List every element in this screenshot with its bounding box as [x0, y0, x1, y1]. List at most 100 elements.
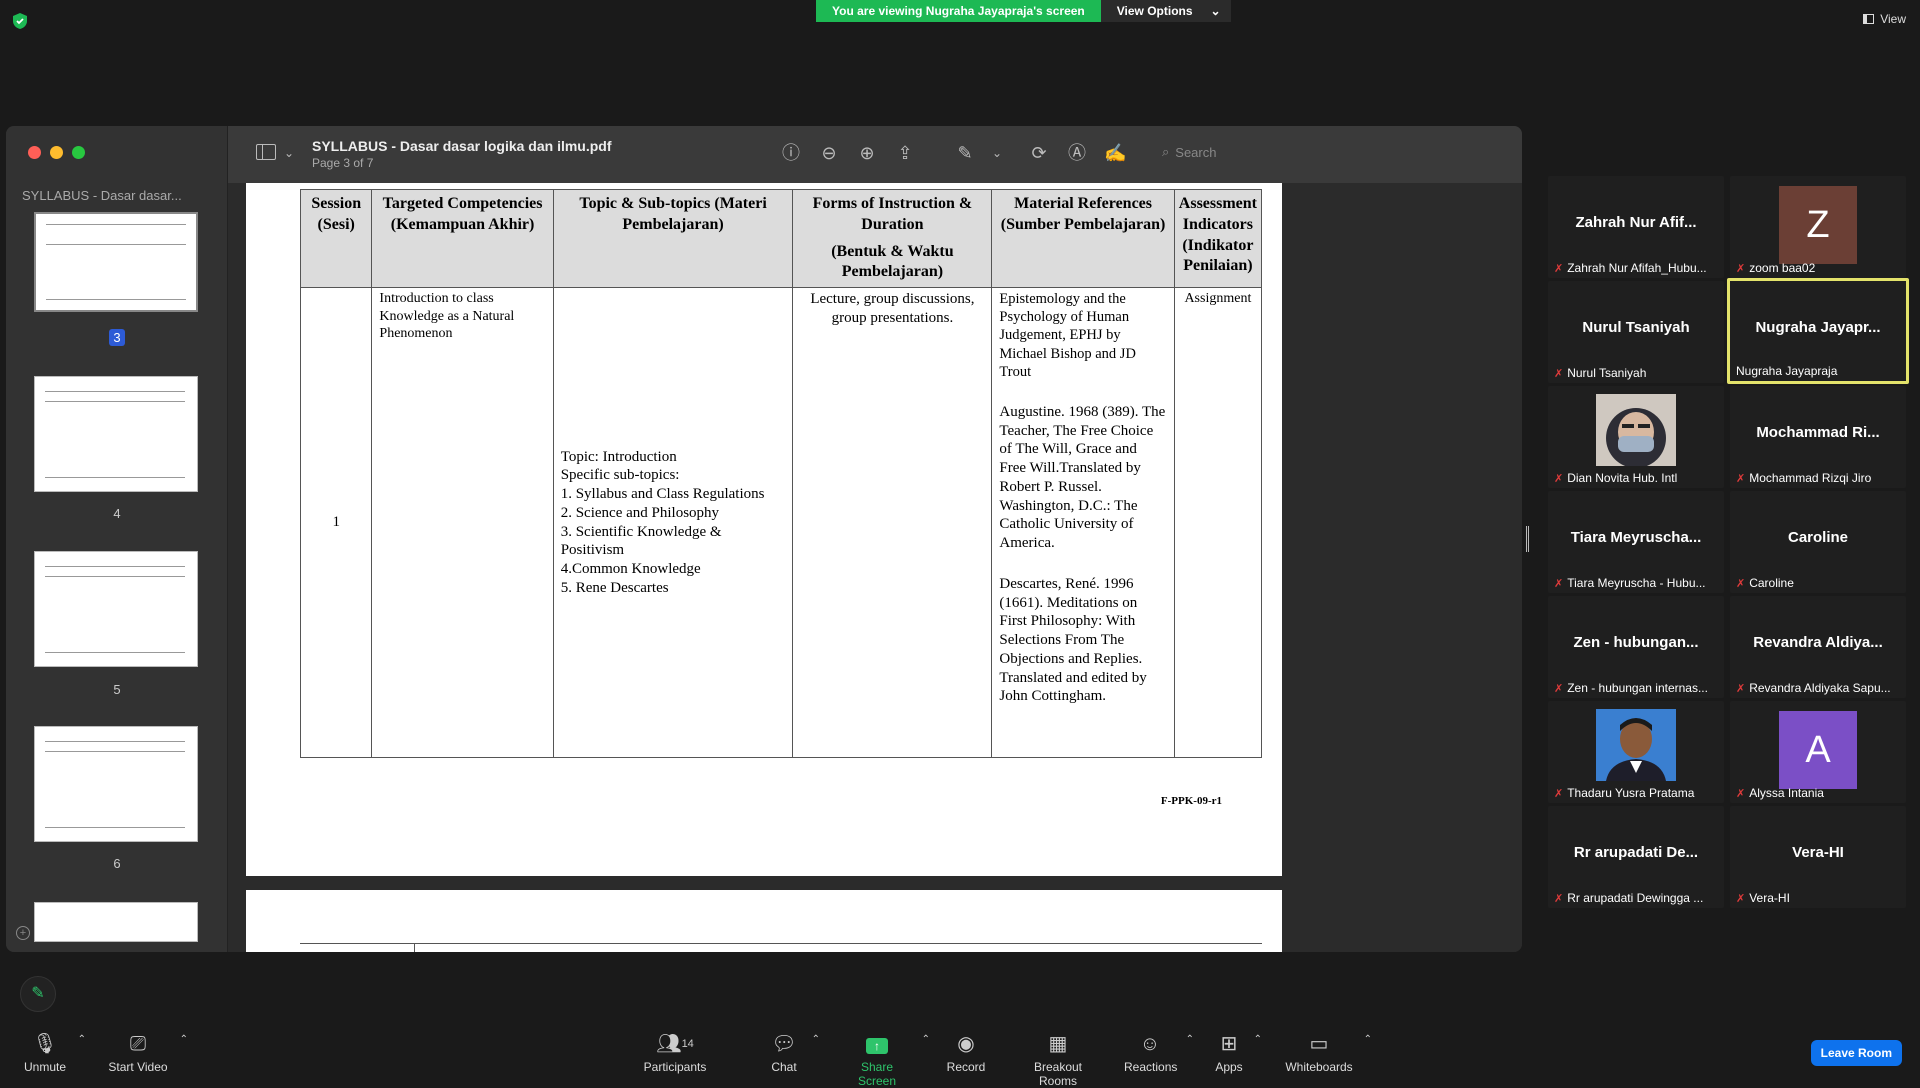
- zoom-in-icon[interactable]: ⊕: [856, 142, 878, 164]
- table-row: 1 Introduction to class Knowledge as a N…: [299, 287, 1263, 759]
- page-thumbnail[interactable]: [34, 212, 198, 312]
- page-number: 3: [6, 329, 228, 346]
- forms-cell: Lecture, group discussions, group presen…: [792, 287, 993, 759]
- view-button[interactable]: View: [1863, 12, 1906, 26]
- participant-tile[interactable]: ✗ Thadaru Yusra Pratama: [1548, 701, 1724, 803]
- whiteboard-icon: ▭: [1309, 1033, 1329, 1055]
- view-layout-icon: [1863, 14, 1875, 24]
- pdf-next-page: [246, 890, 1282, 952]
- info-icon[interactable]: ⓘ: [780, 142, 802, 164]
- start-video-button[interactable]: ⎚ Start Video ⌃: [106, 1032, 188, 1074]
- annotate-pencil-button[interactable]: ✎: [20, 976, 56, 1012]
- chevron-up-icon[interactable]: ⌃: [1364, 1034, 1372, 1045]
- participant-tile[interactable]: Rr arupadati De... ✗ Rr arupadati Dewingg…: [1548, 806, 1724, 908]
- pdf-viewer[interactable]: Session (Sesi) Targeted Competencies (Ke…: [228, 183, 1522, 952]
- syllabus-table: Session (Sesi) Targeted Competencies (Ke…: [299, 188, 1263, 759]
- chat-button[interactable]: 💬︎ Chat ⌃: [766, 1032, 820, 1074]
- mic-muted-icon: ✗: [1736, 262, 1746, 275]
- page-thumbnail[interactable]: [34, 551, 198, 667]
- chevron-up-icon[interactable]: ⌃: [78, 1034, 86, 1045]
- participant-tile[interactable]: Zen - hubungan... ✗ Zen - hubungan intern…: [1548, 596, 1724, 698]
- participant-tile[interactable]: Caroline ✗ Caroline: [1730, 491, 1906, 593]
- header-references: Material References (Sumber Pembelajaran…: [991, 188, 1175, 289]
- sidebar-toggle-icon[interactable]: [256, 144, 276, 160]
- chevron-up-icon[interactable]: ⌃: [180, 1034, 188, 1045]
- participants-button[interactable]: 👥︎14 Participants: [640, 1032, 710, 1074]
- chevron-up-icon[interactable]: ⌃: [1186, 1034, 1194, 1045]
- avatar: A: [1779, 711, 1857, 789]
- page-thumbnail[interactable]: [34, 726, 198, 842]
- participant-tile[interactable]: Z ✗ zoom baa02: [1730, 176, 1906, 278]
- screen-share-banner: You are viewing Nugraha Jayapraja's scre…: [816, 0, 1231, 22]
- record-button[interactable]: ◉ Record: [946, 1032, 986, 1074]
- chevron-up-icon[interactable]: ⌃: [812, 1034, 820, 1045]
- reactions-icon: ☺︎: [1139, 1033, 1161, 1055]
- participant-tile[interactable]: Tiara Meyruscha... ✗ Tiara Meyruscha - Hu…: [1548, 491, 1724, 593]
- markup-pen-icon[interactable]: ✎: [954, 142, 976, 164]
- unmute-button[interactable]: 🎙︎ Unmute ⌃: [22, 1032, 86, 1074]
- page-indicator: Page 3 of 7: [312, 156, 374, 170]
- view-options-button[interactable]: View Options ⌄: [1100, 0, 1231, 22]
- annotate-icon[interactable]: Ⓐ: [1066, 142, 1088, 164]
- page-thumbnail[interactable]: [34, 902, 198, 942]
- participant-tile[interactable]: Zahrah Nur Afif... ✗ Zahrah Nur Afifah_Hu…: [1548, 176, 1724, 278]
- chevron-up-icon[interactable]: ⌃: [1254, 1034, 1262, 1045]
- participant-tile[interactable]: Revandra Aldiya... ✗ Revandra Aldiyaka Sa…: [1730, 596, 1906, 698]
- add-page-icon[interactable]: +: [16, 926, 30, 940]
- header-session: Session (Sesi): [299, 188, 373, 289]
- references-cell: Epistemology and the Psychology of Human…: [991, 287, 1175, 759]
- mic-muted-icon: ✗: [1736, 472, 1746, 485]
- mic-muted-icon: ✗: [1554, 472, 1564, 485]
- participant-tile[interactable]: Vera-HI ✗ Vera-HI: [1730, 806, 1906, 908]
- chevron-up-icon[interactable]: ⌃: [922, 1034, 930, 1045]
- signature-icon[interactable]: ✍: [1104, 142, 1126, 164]
- share-screen-icon: ↑: [842, 1032, 912, 1056]
- chevron-down-icon: ⌄: [1210, 4, 1221, 18]
- whiteboards-button[interactable]: ▭ Whiteboards ⌃: [1284, 1032, 1372, 1074]
- mic-muted-icon: ✗: [1554, 892, 1564, 905]
- minimize-window-button[interactable]: [50, 146, 63, 159]
- chevron-down-icon[interactable]: ⌄: [278, 142, 300, 164]
- apps-button[interactable]: ⊞ Apps ⌃: [1214, 1032, 1262, 1074]
- participant-tile-active[interactable]: Nugraha Jayapr... Nugraha Jayapraja: [1727, 278, 1909, 384]
- close-window-button[interactable]: [28, 146, 41, 159]
- header-topics: Topic & Sub-topics (Materi Pembelajaran): [552, 188, 794, 289]
- zoom-out-icon[interactable]: ⊖: [818, 142, 840, 164]
- split-handle[interactable]: [1526, 526, 1529, 552]
- mic-muted-icon: ✗: [1554, 682, 1564, 695]
- assessment-cell: Assignment: [1173, 287, 1263, 759]
- share-icon[interactable]: ⇪: [894, 142, 916, 164]
- chat-icon: 💬︎: [771, 1033, 797, 1055]
- pdf-page: Session (Sesi) Targeted Competencies (Ke…: [246, 183, 1282, 876]
- reactions-button[interactable]: ☺︎ Reactions ⌃: [1124, 1032, 1194, 1074]
- document-title: SYLLABUS - Dasar dasar logika dan ilmu.p…: [312, 138, 612, 154]
- participants-icon: 👥︎14: [656, 1033, 694, 1055]
- participant-tile[interactable]: Mochammad Ri... ✗ Mochammad Rizqi Jiro: [1730, 386, 1906, 488]
- mic-muted-icon: ✗: [1736, 787, 1746, 800]
- chevron-down-icon[interactable]: ⌄: [986, 142, 1008, 164]
- breakout-rooms-icon: ▦: [1048, 1033, 1068, 1055]
- video-off-icon: ⎚: [130, 1033, 146, 1055]
- maximize-window-button[interactable]: [72, 146, 85, 159]
- form-code: F-PPK-09-r1: [1160, 795, 1222, 807]
- participant-tile[interactable]: ✗ Dian Novita Hub. Intl: [1548, 386, 1724, 488]
- mic-muted-icon: ✗: [1554, 787, 1564, 800]
- participant-tile[interactable]: A ✗ Alyssa Intania: [1730, 701, 1906, 803]
- participants-count: 14: [681, 1038, 694, 1050]
- shared-pdf-window: SYLLABUS - Dasar dasar... 3 4 5 6 + ⌄ SY…: [6, 126, 1522, 952]
- search-field[interactable]: ⌕ Search: [1162, 144, 1216, 160]
- viewing-label: You are viewing Nugraha Jayapraja's scre…: [816, 0, 1101, 22]
- participant-tile[interactable]: Nurul Tsaniyah ✗ Nurul Tsaniyah: [1548, 281, 1724, 383]
- pdf-toolbar: ⌄ SYLLABUS - Dasar dasar logika dan ilmu…: [228, 126, 1522, 183]
- mic-muted-icon: ✗: [1554, 577, 1564, 590]
- page-thumbnail[interactable]: [34, 376, 198, 492]
- mic-muted-icon: ✗: [1554, 262, 1564, 275]
- sidebar-doc-title: SYLLABUS - Dasar dasar...: [22, 188, 182, 203]
- participant-photo: [1596, 709, 1676, 781]
- mic-muted-icon: ✗: [1736, 577, 1746, 590]
- shield-icon[interactable]: [12, 12, 28, 30]
- mic-muted-icon: ✗: [1554, 367, 1564, 380]
- mic-off-icon: 🎙︎: [32, 1033, 58, 1055]
- leave-room-button[interactable]: Leave Room: [1810, 1040, 1902, 1066]
- rotate-icon[interactable]: ⟳: [1028, 142, 1050, 164]
